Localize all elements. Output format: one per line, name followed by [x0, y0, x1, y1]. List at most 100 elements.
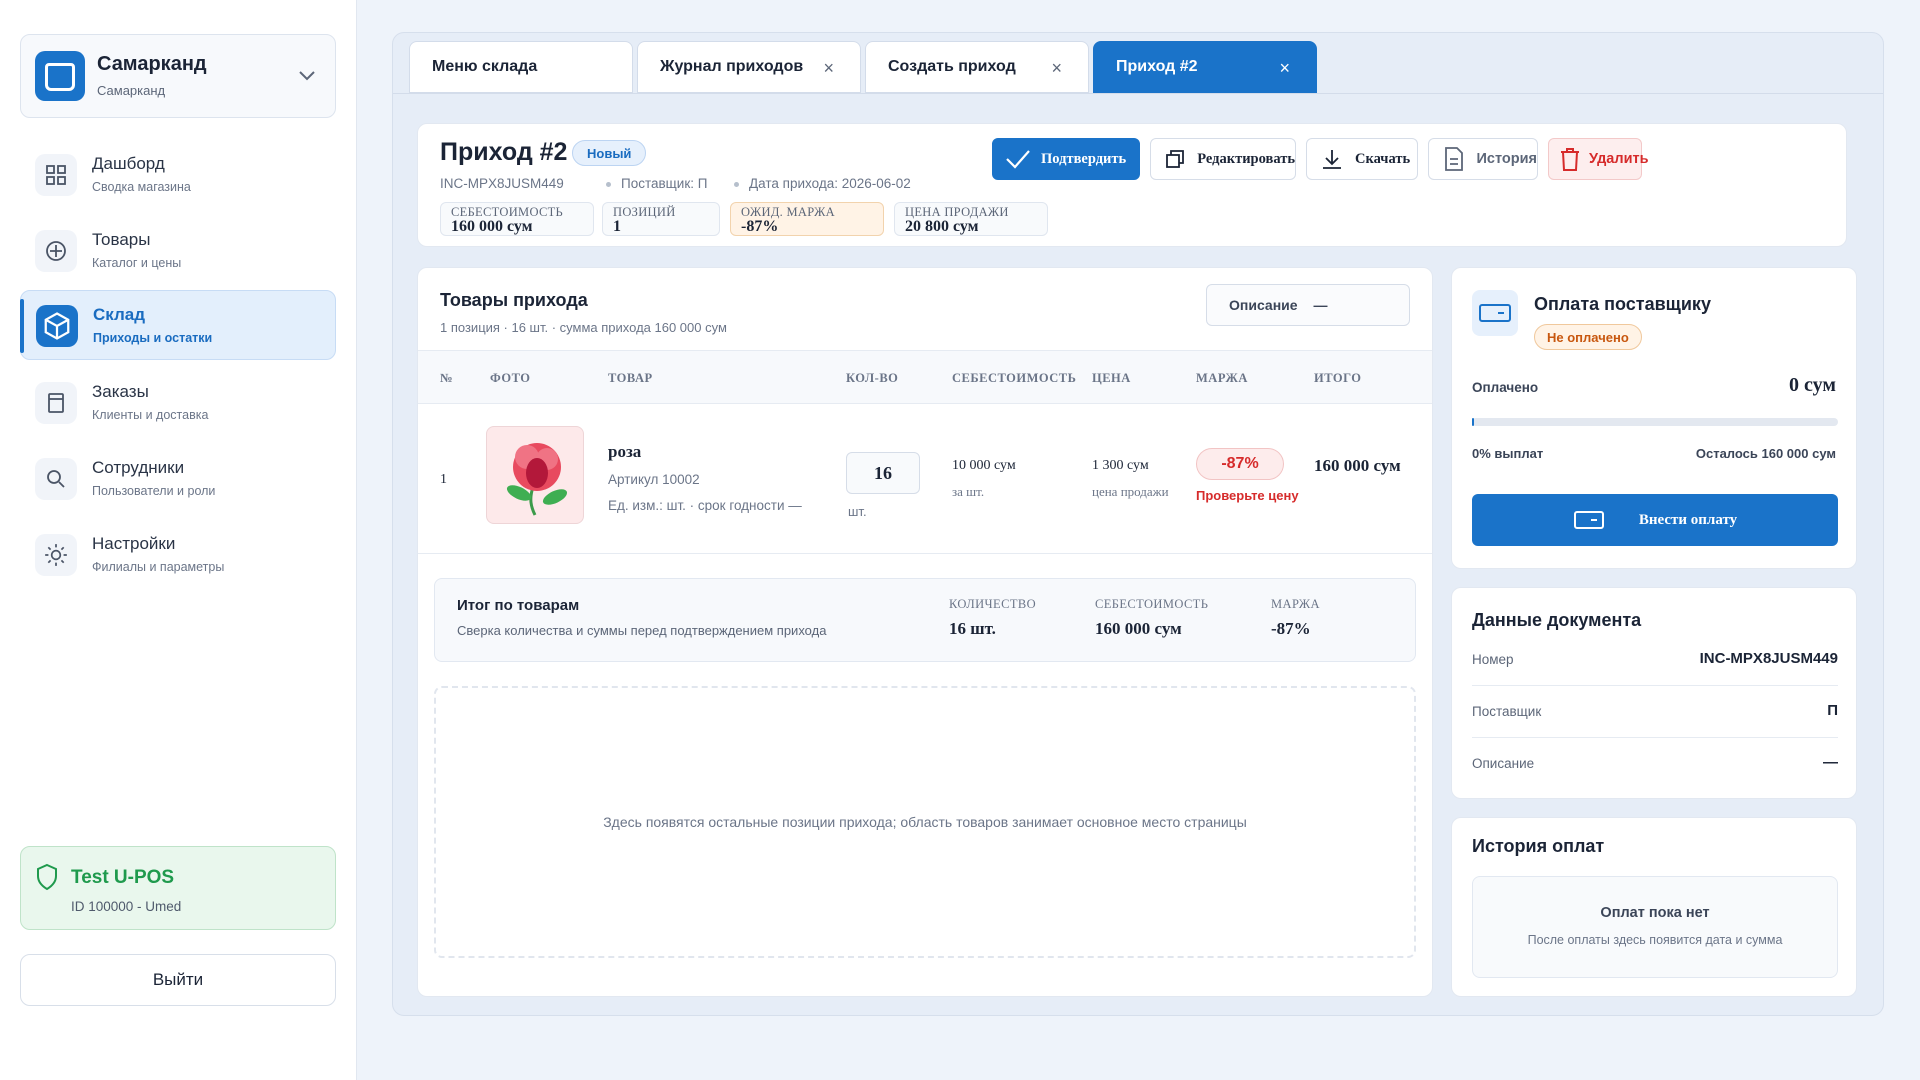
confirm-button[interactable]: Подтвердить: [992, 138, 1140, 180]
summary-qty-label: КОЛИЧЕСТВО: [949, 597, 1037, 611]
button-label: Удалить: [1589, 151, 1649, 167]
description-value: —: [1313, 297, 1328, 313]
store-switcher[interactable]: Самарканд Самарканд: [20, 34, 336, 118]
tab-divider: [393, 93, 1883, 94]
quantity-input[interactable]: 16: [846, 452, 920, 494]
doc-row-supplier: Поставщик П: [1472, 686, 1838, 738]
button-label: Подтвердить: [1041, 150, 1127, 167]
doc-value: П: [1827, 702, 1838, 719]
logout-button[interactable]: Выйти: [20, 954, 336, 1006]
payment-progress: [1472, 418, 1838, 426]
sidebar-item-settings[interactable]: Настройки Филиалы и параметры: [20, 520, 336, 590]
company-id: ID 100000 - Umed: [71, 899, 182, 914]
cost-sub: за шт.: [952, 484, 985, 499]
user-icon: [35, 458, 77, 500]
document-card: Данные документа Номер INC-MPX8JUSM449 П…: [1451, 587, 1857, 799]
table-row[interactable]: 1 роза Артикул 10002 Ед. изм.: шт. · сро…: [418, 404, 1432, 554]
store-title: Самарканд: [97, 53, 207, 75]
payment-icon: [1472, 290, 1518, 336]
supplier-meta: Поставщик: П: [606, 176, 707, 191]
sidebar-item-subtitle: Каталог и цены: [92, 256, 182, 270]
doc-row-number: Номер INC-MPX8JUSM449: [1472, 634, 1838, 686]
date-text: Дата прихода: 2026-06-02: [749, 176, 911, 191]
payment-status-badge: Не оплачено: [1534, 324, 1642, 350]
page-title: Приход #2: [440, 138, 568, 166]
doc-value: INC-MPX8JUSM449: [1699, 650, 1838, 667]
sidebar-item-orders[interactable]: Заказы Клиенты и доставка: [20, 368, 336, 438]
download-icon: [1317, 144, 1347, 174]
empty-products-area: Здесь появятся остальные позиции прихода…: [434, 686, 1416, 958]
trash-icon: [1559, 144, 1581, 174]
doc-value: —: [1823, 754, 1838, 771]
income-header: Приход #2 Новый INC-MPX8JUSM449 Поставщи…: [417, 123, 1847, 247]
date-meta: Дата прихода: 2026-06-02: [734, 176, 911, 191]
tab-income-2[interactable]: Приход #2 ×: [1093, 41, 1317, 93]
stat-value: 20 800 сум: [905, 218, 979, 235]
payment-progress-fill: [1472, 418, 1475, 426]
payment-icon: [1573, 511, 1604, 529]
close-icon[interactable]: ×: [823, 58, 834, 79]
stat-label: ПОЗИЦИЙ: [613, 205, 676, 219]
shield-icon: [37, 863, 57, 891]
income-code: INC-MPX8JUSM449: [440, 176, 564, 191]
check-icon: [1003, 144, 1033, 174]
quantity-unit: шт.: [848, 504, 867, 519]
tab-label: Журнал приходов: [660, 58, 804, 75]
payment-title: Оплата поставщику: [1534, 294, 1711, 314]
sidebar-item-title: Склад: [93, 305, 146, 324]
description-field[interactable]: Описание —: [1206, 284, 1410, 326]
description-label: Описание: [1229, 297, 1298, 313]
tab-income-journal[interactable]: Журнал приходов ×: [637, 41, 861, 93]
button-label: Внести оплату: [1638, 511, 1738, 528]
empty-subtitle: После оплаты здесь появится дата и сумма: [1527, 933, 1783, 947]
product-photo: [486, 426, 584, 524]
tab-label: Создать приход: [888, 58, 1016, 75]
column-header: СЕБЕСТОИМОСТЬ: [952, 371, 1077, 385]
margin-badge: -87%: [1196, 448, 1284, 480]
tag-icon: [35, 230, 77, 272]
sidebar-item-subtitle: Клиенты и доставка: [92, 408, 209, 422]
document-title: Данные документа: [1472, 610, 1642, 630]
chevron-down-icon[interactable]: [295, 63, 319, 87]
summary-title: Итог по товарам: [457, 597, 580, 614]
stat-value: 160 000 сум: [451, 218, 533, 235]
stat-value: -87%: [741, 218, 779, 235]
summary-cost-value: 160 000 сум: [1095, 619, 1182, 638]
summary-cost-label: СЕБЕСТОИМОСТЬ: [1095, 597, 1209, 611]
empty-title: Оплат пока нет: [1600, 905, 1710, 921]
doc-key: Поставщик: [1472, 704, 1542, 719]
column-header: ФОТО: [490, 371, 531, 385]
price-value: 1 300 сум: [1092, 458, 1149, 473]
sidebar-item-products[interactable]: Товары Каталог и цены: [20, 216, 336, 286]
product-unit: Ед. изм.: шт. · срок годности —: [608, 498, 802, 513]
store-logo: [35, 51, 85, 101]
history-button[interactable]: История: [1428, 138, 1538, 180]
cost-value: 10 000 сум: [952, 458, 1016, 473]
download-button[interactable]: Скачать: [1306, 138, 1418, 180]
supplier-text: Поставщик: П: [621, 176, 708, 191]
delete-button[interactable]: Удалить: [1548, 138, 1649, 180]
tab-warehouse-menu[interactable]: Меню склада: [409, 41, 633, 93]
payment-card: Оплата поставщику Не оплачено Оплачено 0…: [1451, 267, 1857, 569]
product-article: Артикул 10002: [608, 472, 700, 487]
sidebar-item-subtitle: Сводка магазина: [92, 180, 191, 194]
close-icon[interactable]: ×: [1051, 58, 1062, 79]
row-total: 160 000 сум: [1314, 456, 1401, 475]
column-header: ТОВАР: [608, 371, 653, 385]
products-summary: Итог по товарам Сверка количества и сумм…: [434, 578, 1416, 662]
edit-button[interactable]: Редактировать: [1150, 138, 1296, 180]
column-header: №: [440, 371, 454, 385]
sidebar-item-dashboard[interactable]: Дашборд Сводка магазина: [20, 140, 336, 210]
column-header: ЦЕНА: [1092, 371, 1131, 385]
make-payment-button[interactable]: Внести оплату: [1472, 494, 1838, 546]
product-name[interactable]: роза: [608, 442, 641, 462]
summary-qty-value: 16 шт.: [949, 619, 996, 638]
doc-row-description: Описание —: [1472, 738, 1838, 790]
tab-create-income[interactable]: Создать приход ×: [865, 41, 1089, 93]
sidebar-item-warehouse[interactable]: Склад Приходы и остатки: [20, 290, 336, 360]
doc-key: Описание: [1472, 756, 1535, 771]
margin-warning: Проверьте цену: [1196, 488, 1299, 503]
sidebar-item-employees[interactable]: Сотрудники Пользователи и роли: [20, 444, 336, 514]
button-label: Редактировать: [1197, 150, 1295, 167]
close-icon[interactable]: ×: [1279, 58, 1290, 79]
